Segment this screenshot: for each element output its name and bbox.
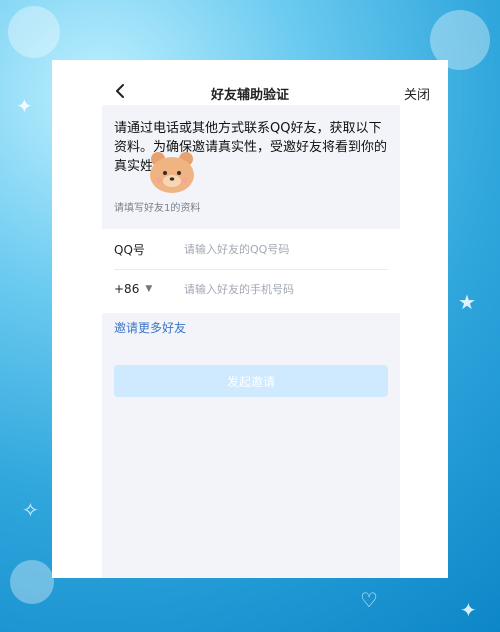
chevron-down-icon: ▼: [145, 284, 153, 294]
qq-label: QQ号: [114, 242, 145, 257]
start-invite-button[interactable]: 发起邀请: [114, 365, 388, 397]
bear-sticker-icon: [150, 152, 194, 193]
bubble-decoration: [10, 560, 54, 604]
star-icon: ✧: [22, 498, 39, 522]
friend-form: QQ号 +86 ▼: [102, 229, 400, 313]
qq-input[interactable]: [182, 241, 400, 257]
star-icon: ★: [458, 290, 476, 314]
star-icon: ✦: [16, 94, 33, 118]
bubble-decoration: [8, 6, 60, 58]
verification-panel: 好友辅助验证 关闭 请通过电话或其他方式联系QQ好友，获取以下资料。为确保邀请真…: [52, 60, 448, 578]
phone-input[interactable]: [182, 281, 400, 297]
qq-row: QQ号: [102, 229, 400, 269]
info-section: 请通过电话或其他方式联系QQ好友，获取以下资料。为确保邀请真实性，受邀好友将看到…: [102, 105, 400, 229]
content-area: 请通过电话或其他方式联系QQ好友，获取以下资料。为确保邀请真实性，受邀好友将看到…: [102, 105, 400, 578]
country-code-selector[interactable]: +86 ▼: [102, 282, 182, 296]
invite-more-link[interactable]: 邀请更多好友: [114, 319, 186, 336]
star-icon: ✦: [460, 598, 477, 622]
page-title: 好友辅助验证: [210, 88, 289, 103]
country-code: +86: [114, 282, 140, 296]
phone-row: +86 ▼: [102, 269, 400, 309]
close-button[interactable]: 关闭: [404, 84, 430, 103]
heart-icon: ♡: [360, 588, 378, 612]
input-hint: 请填写好友1的资料: [114, 203, 201, 214]
